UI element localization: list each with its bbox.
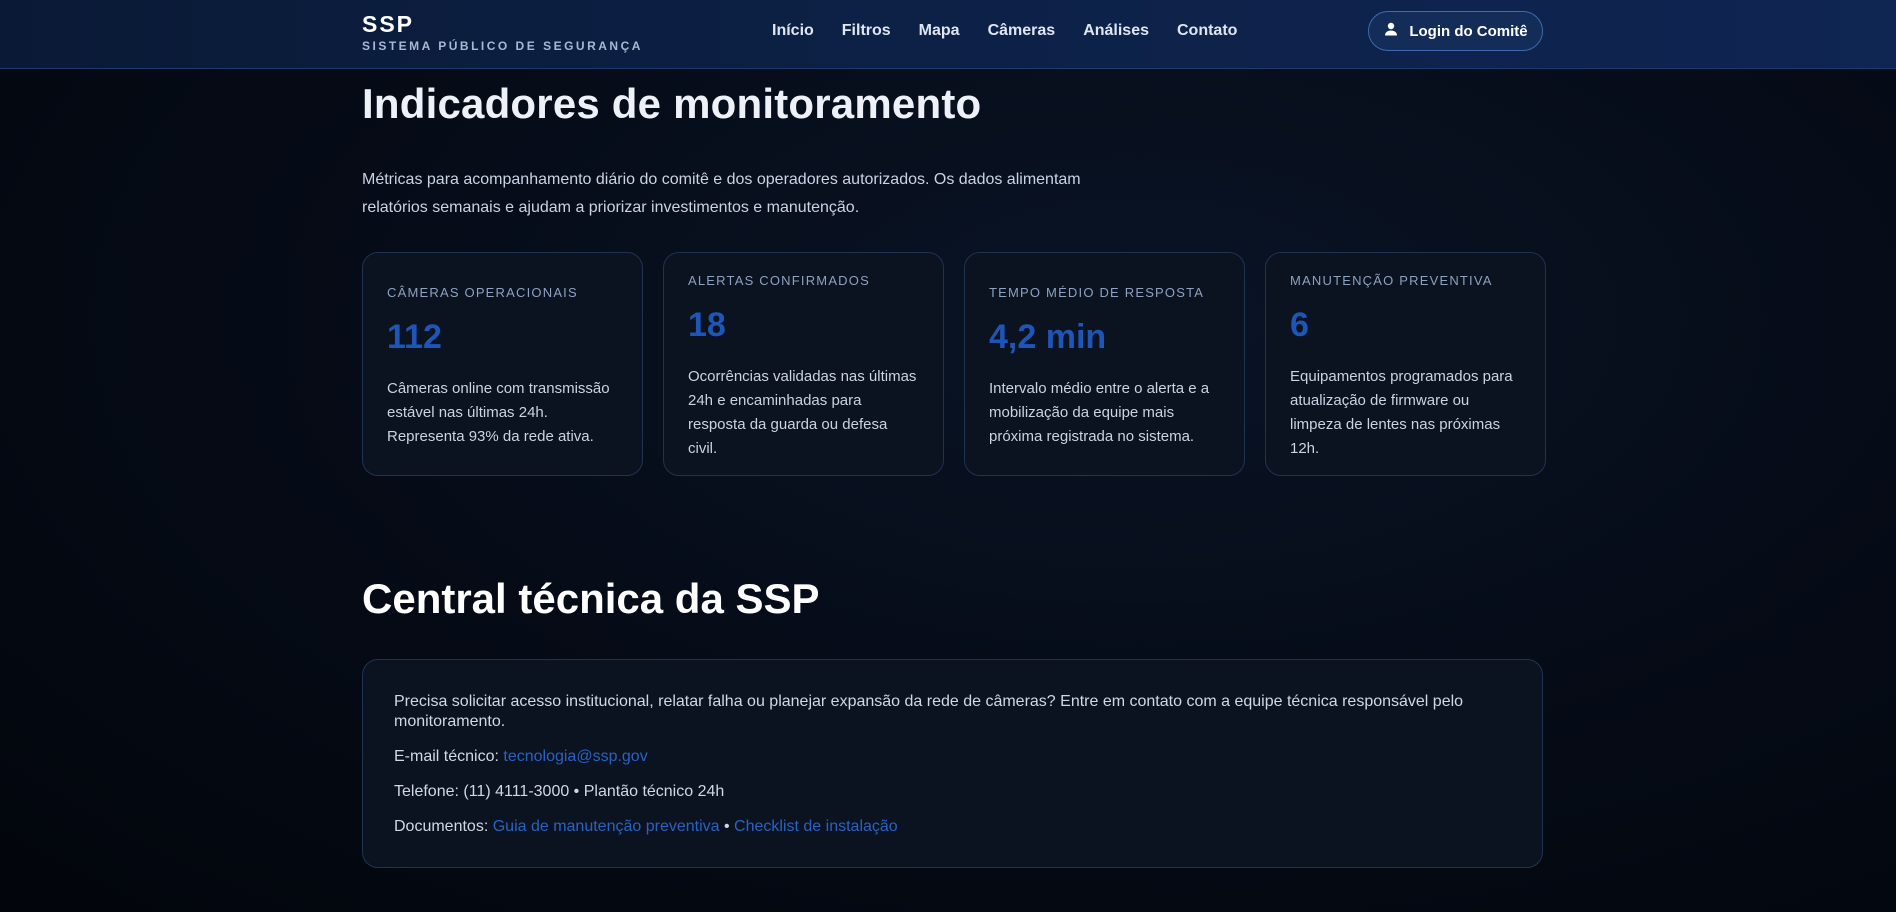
documents-label: Documentos: [394, 818, 489, 835]
card-description: Ocorrências validadas nas últimas 24h e … [688, 368, 917, 457]
card-description: Equipamentos programados para atualizaçã… [1290, 368, 1513, 457]
card-label: Câmeras operacionais [387, 285, 578, 300]
card-tempo-medio-resposta: Tempo médio de resposta 4,2 min Interval… [964, 252, 1245, 476]
indicator-cards: Câmeras operacionais 112 Câmeras online … [362, 252, 1546, 476]
doc-link-guia-manutencao[interactable]: Guia de manutenção preventiva [493, 818, 720, 835]
nav-analises[interactable]: Análises [1083, 22, 1149, 40]
login-button[interactable]: Login do Comitê [1368, 11, 1543, 51]
indicators-title: Indicadores de monitoramento [362, 80, 982, 127]
card-alertas-confirmados: Alertas confirmados 18 Ocorrências valid… [663, 252, 944, 476]
nav-mapa[interactable]: Mapa [919, 22, 960, 40]
card-value: 18 [688, 306, 726, 344]
documents-line: Documentos: Guia de manutenção preventiv… [394, 817, 1512, 837]
card-value: 6 [1290, 306, 1309, 344]
card-description: Intervalo médio entre o alerta e a mobil… [989, 380, 1210, 445]
brand-name: SSP [362, 11, 415, 37]
email-link[interactable]: tecnologia@ssp.gov [503, 748, 647, 765]
card-label: Manutenção preventiva [1290, 273, 1493, 288]
nav-contato[interactable]: Contato [1177, 22, 1237, 40]
top-header: SSP SISTEMA PÚBLICO DE SEGURANÇA Início … [0, 0, 1896, 69]
contact-intro: Precisa solicitar acesso institucional, … [394, 693, 1464, 730]
main-nav: Início Filtros Mapa Câmeras Análises Con… [772, 22, 1237, 40]
card-value: 112 [387, 318, 442, 356]
contact-panel: Precisa solicitar acesso institucional, … [362, 659, 1543, 868]
email-label: E-mail técnico: [394, 748, 499, 765]
nav-cameras[interactable]: Câmeras [988, 22, 1056, 40]
card-description: Câmeras online com transmissão estável n… [387, 380, 610, 445]
phone-line: Telefone: (11) 4111-3000 • Plantão técni… [394, 783, 725, 800]
doc-separator: • [723, 818, 730, 835]
central-title: Central técnica da SSP [362, 575, 820, 622]
card-label: Alertas confirmados [688, 273, 870, 288]
nav-filtros[interactable]: Filtros [842, 22, 891, 40]
card-manutencao-preventiva: Manutenção preventiva 6 Equipamentos pro… [1265, 252, 1546, 476]
card-label: Tempo médio de resposta [989, 285, 1205, 300]
doc-link-checklist-instalacao[interactable]: Checklist de instalação [734, 818, 898, 835]
nav-inicio[interactable]: Início [772, 22, 814, 40]
login-label: Login do Comitê [1409, 22, 1528, 40]
email-line: E-mail técnico: tecnologia@ssp.gov [394, 747, 1512, 767]
user-icon [1383, 21, 1399, 41]
brand-logo[interactable]: SSP SISTEMA PÚBLICO DE SEGURANÇA [362, 12, 643, 53]
card-value: 4,2 min [989, 318, 1107, 356]
indicators-intro: Métricas para acompanhamento diário do c… [362, 171, 1081, 216]
card-cameras-operacionais: Câmeras operacionais 112 Câmeras online … [362, 252, 643, 476]
brand-subtitle: SISTEMA PÚBLICO DE SEGURANÇA [362, 39, 643, 53]
